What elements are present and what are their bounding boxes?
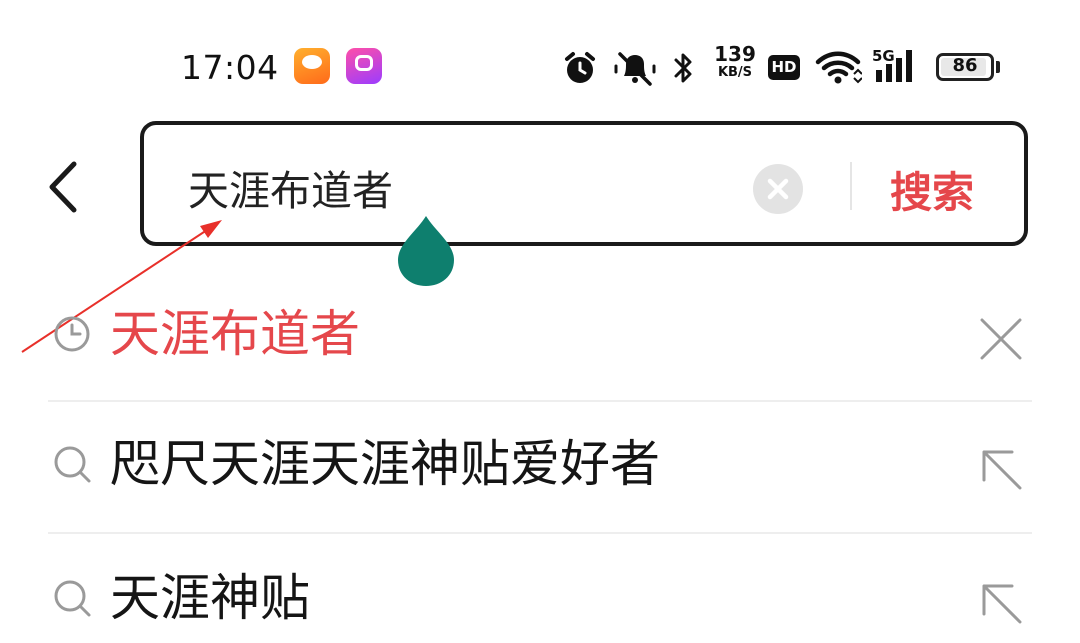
wifi-icon <box>815 51 862 84</box>
list-item[interactable]: 天涯神贴 <box>48 548 1032 643</box>
alarm-icon <box>565 52 595 83</box>
text-cursor-handle[interactable] <box>396 214 456 288</box>
list-item[interactable]: 天涯布道者 <box>48 284 1032 394</box>
chevron-left-icon <box>49 161 77 213</box>
bluetooth-icon <box>674 53 692 83</box>
search-divider <box>850 162 852 210</box>
clear-search-button[interactable] <box>753 164 803 214</box>
back-button[interactable] <box>40 152 90 222</box>
battery-cap <box>996 61 1000 73</box>
history-item-text: 天涯布道者 <box>110 305 360 363</box>
net-speed: 139 KB/S <box>712 44 758 79</box>
search-page: 17:04 139 KB/S HD 5G 86 天涯布道者 搜索 天涯布道者 咫… <box>0 0 1080 643</box>
kuaishou-app-icon <box>346 48 382 84</box>
suggestion-item-text: 天涯神贴 <box>110 569 310 627</box>
search-input[interactable] <box>188 159 708 215</box>
hd-icon: HD <box>768 55 800 80</box>
search-icon <box>54 446 91 483</box>
status-time: 17:04 <box>181 48 279 87</box>
list-divider <box>48 532 1032 534</box>
list-item[interactable]: 咫尺天涯天涯神贴爱好者 <box>48 414 1032 524</box>
battery-indicator: 86 <box>936 53 994 81</box>
search-icon <box>54 580 91 617</box>
search-box: 搜索 <box>140 121 1028 246</box>
signal-5g-icon <box>876 50 912 82</box>
search-submit-button[interactable]: 搜索 <box>890 159 974 220</box>
weibo-app-icon <box>294 48 330 84</box>
list-divider <box>48 400 1032 402</box>
clock-icon <box>54 316 90 352</box>
arrow-up-left-icon[interactable] <box>978 446 1024 492</box>
arrow-up-left-icon[interactable] <box>978 580 1024 626</box>
close-icon[interactable] <box>978 316 1024 362</box>
net-speed-value: 139 <box>714 42 756 66</box>
net-speed-unit: KB/S <box>717 65 753 80</box>
suggestion-item-text: 咫尺天涯天涯神贴爱好者 <box>110 435 660 493</box>
battery-level: 86 <box>952 55 978 76</box>
clear-circle-icon <box>767 178 789 200</box>
mute-icon <box>614 52 656 86</box>
